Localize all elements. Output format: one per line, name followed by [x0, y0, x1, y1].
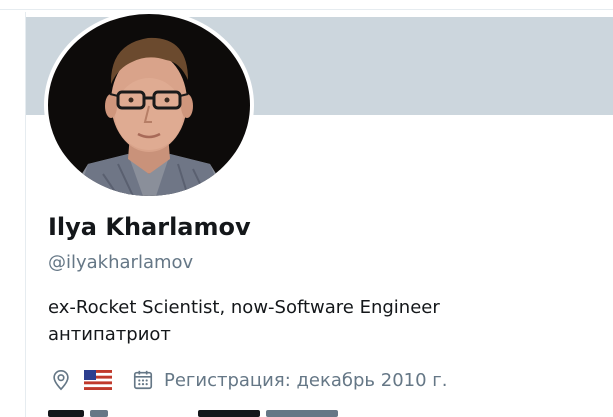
profile-name[interactable]: Ilya Kharlamov: [48, 213, 251, 241]
bio-line: ex-Rocket Scientist, now-Software Engine…: [48, 297, 440, 318]
follow-counts-cutoff: [48, 408, 388, 417]
profile-handle: @ilyakharlamov: [48, 252, 194, 273]
top-strip: [0, 0, 613, 12]
registration-date: Регистрация: декабрь 2010 г.: [164, 369, 448, 391]
profile-meta: Регистрация: декабрь 2010 г.: [50, 366, 447, 394]
bio-line: антипатриот: [48, 324, 171, 345]
avatar[interactable]: [48, 14, 250, 196]
us-flag-icon: [84, 370, 112, 390]
location-pin-icon: [50, 369, 72, 391]
top-divider: [0, 9, 613, 10]
calendar-icon: [132, 369, 154, 391]
profile-bio: ex-Rocket Scientist, now-Software Engine…: [48, 294, 440, 348]
avatar-image: [48, 14, 250, 196]
